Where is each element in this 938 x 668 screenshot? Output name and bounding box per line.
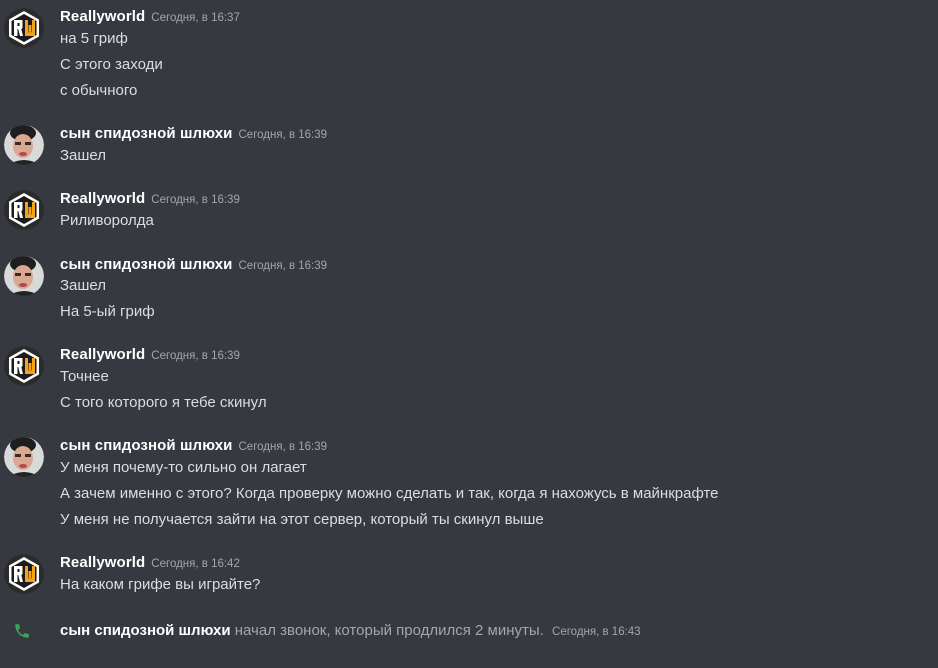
message-text: У меня не получается зайти на этот серве… [60, 511, 544, 528]
reallyworld-logo-icon [4, 190, 44, 230]
user-photo-icon [4, 125, 44, 165]
avatar-reallyworld[interactable] [4, 190, 44, 230]
avatar-user[interactable] [4, 256, 44, 296]
message-text: У меня почему-то сильно он лагает [60, 459, 307, 476]
message-header: сын спидозной шлюхи Сегодня, в 16:39 [60, 125, 327, 145]
message-text: Зашел [60, 147, 107, 164]
avatar-reallyworld[interactable] [4, 346, 44, 386]
message-header: сын спидозной шлюхи Сегодня, в 16:39 [60, 437, 327, 457]
reallyworld-logo-icon [4, 8, 44, 48]
call-text: сын спидозной шлюхи начал звонок, которы… [60, 621, 641, 642]
username[interactable]: Reallyworld [60, 190, 145, 207]
timestamp[interactable]: Сегодня, в 16:39 [151, 194, 240, 206]
message-text: На 5-ый гриф [60, 303, 155, 320]
username[interactable]: Reallyworld [60, 8, 145, 25]
timestamp[interactable]: Сегодня, в 16:37 [151, 12, 240, 24]
username[interactable]: сын спидозной шлюхи [60, 125, 233, 142]
call-username[interactable]: сын спидозной шлюхи [60, 622, 231, 639]
message-header: Reallyworld Сегодня, в 16:39 [60, 190, 240, 210]
call-description: начал звонок, который продлился 2 минуты… [234, 622, 544, 639]
timestamp[interactable]: Сегодня, в 16:39 [239, 441, 328, 453]
message-text: Зашел [60, 277, 107, 294]
avatar-reallyworld[interactable] [4, 554, 44, 594]
username[interactable]: сын спидозной шлюхи [60, 437, 233, 454]
user-photo-icon [4, 256, 44, 296]
user-photo-icon [4, 437, 44, 477]
timestamp[interactable]: Сегодня, в 16:39 [239, 260, 328, 272]
avatar-user[interactable] [4, 437, 44, 477]
call-system-message: сын спидозной шлюхи начал звонок, которы… [0, 620, 938, 642]
message-header: Reallyworld Сегодня, в 16:39 [60, 346, 240, 366]
message-text: С того которого я тебе скинул [60, 394, 267, 411]
message-header: Reallyworld Сегодня, в 16:37 [60, 8, 240, 28]
username[interactable]: Reallyworld [60, 554, 145, 571]
call-timestamp[interactable]: Сегодня, в 16:43 [552, 626, 641, 638]
message-text: Риливоролда [60, 212, 154, 229]
message-text: На каком грифе вы играйте? [60, 576, 261, 593]
message-header: Reallyworld Сегодня, в 16:42 [60, 554, 240, 574]
message-text: А зачем именно с этого? Когда проверку м… [60, 485, 719, 502]
reallyworld-logo-icon [4, 346, 44, 386]
username[interactable]: Reallyworld [60, 346, 145, 363]
avatar-user[interactable] [4, 125, 44, 165]
message-text: С этого заходи [60, 56, 163, 73]
username[interactable]: сын спидозной шлюхи [60, 256, 233, 273]
phone-icon [15, 624, 29, 638]
message-text: с обычного [60, 82, 138, 99]
message-header: сын спидозной шлюхи Сегодня, в 16:39 [60, 256, 327, 276]
reallyworld-logo-icon [4, 554, 44, 594]
timestamp[interactable]: Сегодня, в 16:39 [239, 129, 328, 141]
timestamp[interactable]: Сегодня, в 16:39 [151, 350, 240, 362]
avatar-reallyworld[interactable] [4, 8, 44, 48]
timestamp[interactable]: Сегодня, в 16:42 [151, 558, 240, 570]
message-text: Точнее [60, 368, 109, 385]
message-text: на 5 гриф [60, 30, 128, 47]
